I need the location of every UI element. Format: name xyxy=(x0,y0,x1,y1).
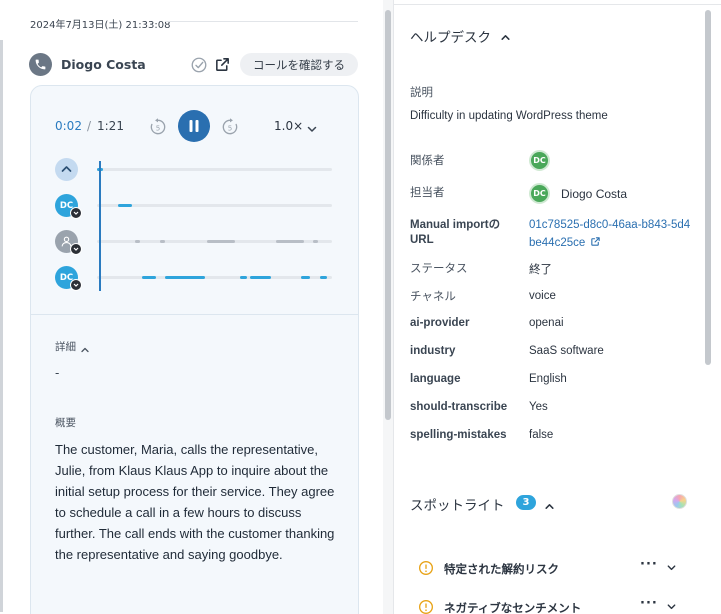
summary-section-label: 概要 xyxy=(55,417,76,429)
chevron-up-icon[interactable] xyxy=(80,340,90,353)
warning-icon xyxy=(419,561,433,575)
should-transcribe-value: Yes xyxy=(529,401,548,413)
manual-import-label-url: URL xyxy=(410,234,434,246)
pane-divider xyxy=(393,0,394,614)
date-divider xyxy=(165,21,358,22)
chevron-up-icon[interactable] xyxy=(544,497,555,509)
spelling-mistakes-label: spelling-mistakes xyxy=(410,429,507,441)
details-section-label[interactable]: 詳細 xyxy=(55,339,76,354)
assignee-label: 担当者 xyxy=(410,187,445,199)
pause-button[interactable] xyxy=(178,110,210,142)
check-circle-icon[interactable] xyxy=(190,56,208,74)
assignee-name: Diogo Costa xyxy=(561,187,628,201)
channel-label: チャネル xyxy=(410,291,456,303)
spotlight-item-label: ネガティブなセンチメント xyxy=(444,601,582,614)
speaker-track-2[interactable] xyxy=(97,240,332,243)
chevron-down-icon[interactable] xyxy=(666,601,677,612)
spotlight-item-churn-risk[interactable]: 特定された解約リスク ··· xyxy=(410,554,695,584)
review-call-button[interactable]: コールを確認する xyxy=(240,53,358,76)
collapse-tracks-button[interactable] xyxy=(55,158,78,181)
manual-import-label-line1: Manual importの xyxy=(410,219,501,231)
speaker-track-3[interactable] xyxy=(97,276,332,279)
forward-seconds: 5 xyxy=(228,123,233,132)
phone-icon xyxy=(29,53,52,76)
spotlight-item-label: 特定された解約リスク xyxy=(444,562,559,576)
call-summary: The customer, Maria, calls the represent… xyxy=(55,442,335,562)
status-value: 終了 xyxy=(529,264,552,276)
ai-provider-label: ai-provider xyxy=(410,317,470,329)
left-scrollbar-thumb[interactable] xyxy=(385,10,391,420)
speaker-track-1[interactable] xyxy=(97,204,332,207)
total-time: 1:21 xyxy=(97,119,124,133)
chevron-up-icon xyxy=(61,166,72,172)
participant-initials: DC xyxy=(533,156,546,165)
pause-icon xyxy=(189,120,199,132)
ai-sparkle-icon xyxy=(672,494,687,509)
left-edge-bar xyxy=(0,40,3,612)
channel-value: voice xyxy=(529,290,556,302)
time-separator: / xyxy=(87,119,92,133)
language-label: language xyxy=(410,373,461,385)
chevron-up-icon[interactable] xyxy=(500,28,511,40)
manual-import-value[interactable]: 01c78525-d8c0-46aa-b843-5d4be44c25ce xyxy=(529,219,690,249)
description-label: 説明 xyxy=(410,87,433,99)
helpdesk-pane xyxy=(393,0,721,614)
language-value: English xyxy=(529,373,567,385)
status-label: ステータス xyxy=(410,263,468,275)
more-options-icon[interactable]: ··· xyxy=(640,557,658,572)
speech-segment[interactable] xyxy=(207,240,235,243)
speech-segment[interactable] xyxy=(160,240,165,243)
current-time: 0:02 xyxy=(55,119,82,133)
external-link-icon[interactable] xyxy=(590,236,601,247)
speech-segment[interactable] xyxy=(250,276,271,279)
top-border xyxy=(393,4,721,5)
participant-avatar: DC xyxy=(529,150,550,171)
details-value: - xyxy=(55,366,60,380)
chevron-down-icon[interactable] xyxy=(306,120,318,132)
assignee-avatar: DC xyxy=(529,183,550,204)
speech-segment[interactable] xyxy=(301,276,310,279)
manual-import-label-line2: URL xyxy=(410,234,434,246)
forward-5-icon[interactable]: 5 xyxy=(220,117,240,137)
player-divider xyxy=(30,314,359,315)
agent-badge-icon xyxy=(70,243,82,255)
manual-import-link[interactable]: 01c78525-d8c0-46aa-b843-5d4be44c25ce xyxy=(529,216,691,252)
speech-segment[interactable] xyxy=(276,240,304,243)
chevron-down-icon[interactable] xyxy=(666,562,677,573)
speech-segment[interactable] xyxy=(313,240,318,243)
speech-segment[interactable] xyxy=(240,276,247,279)
call-pane: 2024年7月13日(土) 21:33:08 Diogo Costa コールを確… xyxy=(0,0,393,614)
agent-badge-icon xyxy=(70,207,82,219)
playhead[interactable] xyxy=(99,161,101,291)
agent-badge-icon xyxy=(70,279,82,291)
caller-name: Diogo Costa xyxy=(61,57,146,72)
speech-segment[interactable] xyxy=(118,204,132,207)
rewind-seconds: 5 xyxy=(156,123,161,132)
speech-segment[interactable] xyxy=(165,276,205,279)
timeline-scrubber[interactable] xyxy=(97,168,332,171)
more-options-icon[interactable]: ··· xyxy=(640,596,658,611)
playback-speed[interactable]: 1.0× xyxy=(274,119,303,133)
participants-label: 関係者 xyxy=(410,155,445,167)
should-transcribe-label: should-transcribe xyxy=(410,401,508,413)
warning-icon xyxy=(419,600,433,614)
right-scrollbar-thumb[interactable] xyxy=(705,10,711,365)
assignee-initials: DC xyxy=(533,189,546,198)
helpdesk-title[interactable]: ヘルプデスク xyxy=(410,26,491,46)
spelling-mistakes-value: false xyxy=(529,429,554,441)
speech-segment[interactable] xyxy=(142,276,156,279)
ai-provider-value: openai xyxy=(529,317,564,329)
industry-value: SaaS software xyxy=(529,345,604,357)
description-value: Difficulty in updating WordPress theme xyxy=(410,110,608,122)
manual-import-label: Manual importの xyxy=(410,216,500,232)
speech-segment[interactable] xyxy=(320,276,327,279)
industry-label: industry xyxy=(410,345,456,357)
rewind-5-icon[interactable]: 5 xyxy=(148,117,168,137)
speech-segment[interactable] xyxy=(135,240,140,243)
spotlight-title[interactable]: スポットライト xyxy=(410,494,505,514)
external-link-icon[interactable] xyxy=(214,56,231,73)
call-date: 2024年7月13日(土) 21:33:08 xyxy=(30,20,171,31)
spotlight-item-negative-sentiment[interactable]: ネガティブなセンチメント ··· xyxy=(410,593,695,614)
spotlight-count-badge: 3 xyxy=(516,495,536,510)
